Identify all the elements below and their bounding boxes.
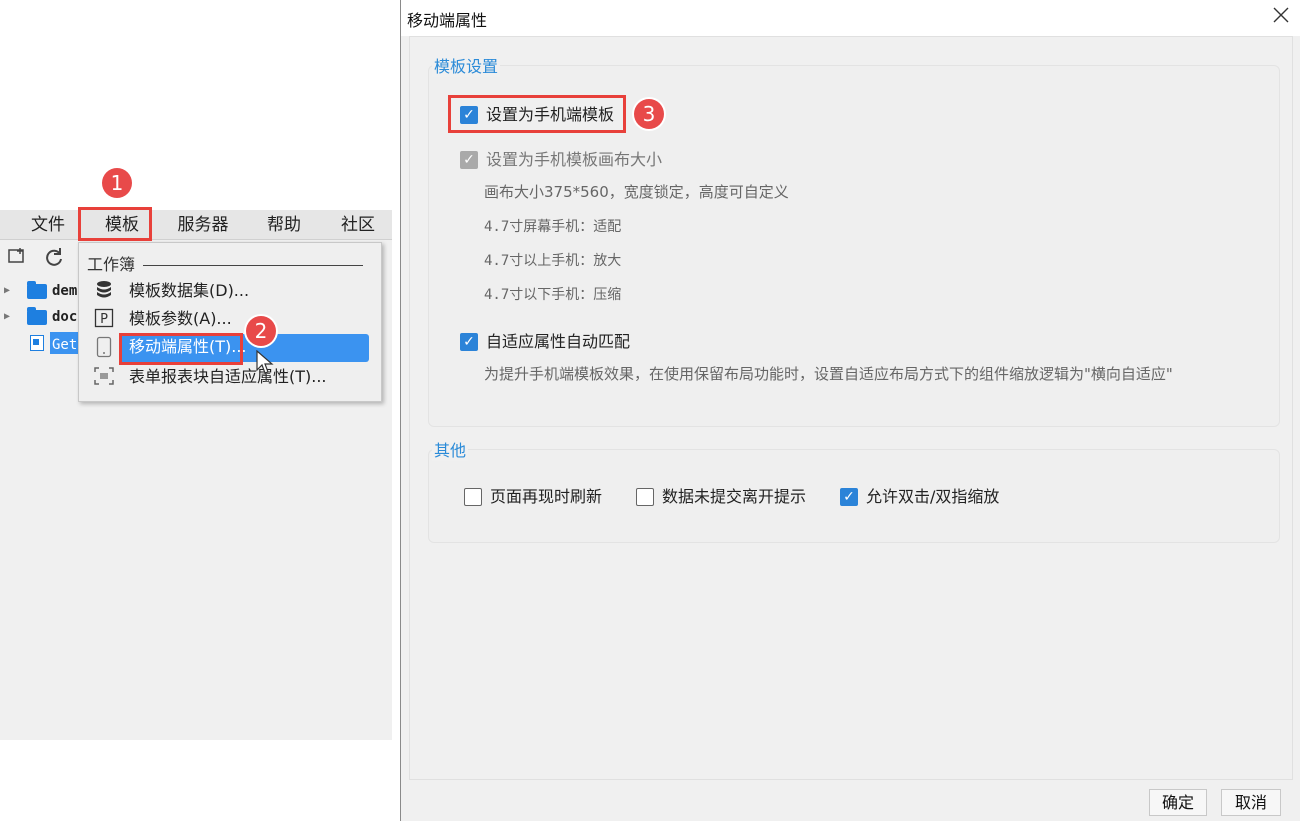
checkbox-label: 设置为手机模板画布大小 [486,150,663,169]
group-title-other: 其他 [432,437,469,461]
highlight-box-mobile-template [448,95,626,133]
menu-item-label: 表单报表块自适应属性(T)... [129,367,327,386]
dialog-title: 移动端属性 [407,11,488,30]
tree-item[interactable]: ▶ dem [0,278,78,304]
menubar: 文件 模板 服务器 帮助 社区 [0,210,392,240]
dialog-body: 模板设置 ✓ 设置为手机端模板 ✓ 设置为手机模板画布大小 画布大小375*56… [409,36,1293,780]
size-note-above: 4.7寸以上手机：放大 [484,253,622,269]
template-menu: 工作簿 模板数据集(D)... P 模板参数(A)... 移动端属性(T)...… [78,242,382,402]
checkbox-label: 允许双击/双指缩放 [866,487,1000,506]
folder-icon [27,307,47,325]
parameter-icon: P [93,308,115,330]
menu-item-dataset[interactable]: 模板数据集(D)... [79,277,379,305]
dialog-title-bar: 移动端属性 [401,0,1300,36]
highlight-box-template-menu [78,207,152,241]
file-icon [30,335,44,351]
checkbox-label: 数据未提交离开提示 [662,487,807,506]
menu-item-label: 模板数据集(D)... [129,281,250,300]
new-folder-icon[interactable] [6,246,30,270]
checkbox-checked[interactable]: ✓ [840,488,858,506]
svg-text:P: P [100,312,108,327]
menu-server[interactable]: 服务器 [172,210,234,240]
database-icon [93,280,115,302]
group-title-template-settings: 模板设置 [432,53,501,77]
step-badge-2: 2 [246,316,276,346]
tablet-icon [93,336,115,358]
mobile-properties-dialog: 移动端属性 模板设置 ✓ 设置为手机端模板 ✓ 设置为手机模板画布大小 画布大小… [400,0,1300,821]
tree-item-label: dem [52,283,78,299]
checkbox-unchecked[interactable] [636,488,654,506]
ok-button[interactable]: 确定 [1149,789,1207,816]
folder-icon [27,281,47,299]
menu-item-parameters[interactable]: P 模板参数(A)... [79,305,379,333]
checkbox-label: 自适应属性自动匹配 [486,332,631,351]
menu-section-header: 工作簿 [87,255,136,274]
size-note-4-7: 4.7寸屏幕手机：适配 [484,219,622,235]
menu-community[interactable]: 社区 [336,210,380,240]
close-icon[interactable] [1273,4,1289,29]
checkbox-unchecked[interactable] [464,488,482,506]
expand-arrow-icon[interactable]: ▶ [4,278,10,304]
checkbox-checked[interactable]: ✓ [460,333,478,351]
divider [143,265,363,266]
size-note-below: 4.7寸以下手机：压缩 [484,287,622,303]
tree-item-label: Get [50,332,78,354]
canvas-size-note: 画布大小375*560，宽度锁定，高度可自定义 [484,183,789,201]
tree-item[interactable]: Get [0,330,78,356]
auto-match-note: 为提升手机端模板效果，在使用保留布局功能时，设置自适应布局方式下的组件缩放逻辑为… [484,365,1173,383]
menu-item-adaptive[interactable]: 表单报表块自适应属性(T)... [79,363,379,391]
refresh-icon[interactable] [42,246,66,270]
checkbox-disabled: ✓ [460,151,478,169]
checkbox-label: 页面再现时刷新 [490,487,603,506]
expand-arrow-icon[interactable]: ▶ [4,304,10,330]
menu-item-label: 模板参数(A)... [129,309,232,328]
step-badge-1: 1 [102,168,132,198]
adaptive-icon [93,366,115,388]
cancel-button[interactable]: 取消 [1221,789,1281,816]
tree-item[interactable]: ▶ doc [0,304,78,330]
tree-item-label: doc [52,309,78,325]
menu-help[interactable]: 帮助 [262,210,306,240]
menu-file[interactable]: 文件 [28,210,68,240]
step-badge-3: 3 [634,99,664,129]
menu-item-label: 移动端属性(T)... [129,337,247,356]
mouse-cursor-icon [256,349,274,380]
